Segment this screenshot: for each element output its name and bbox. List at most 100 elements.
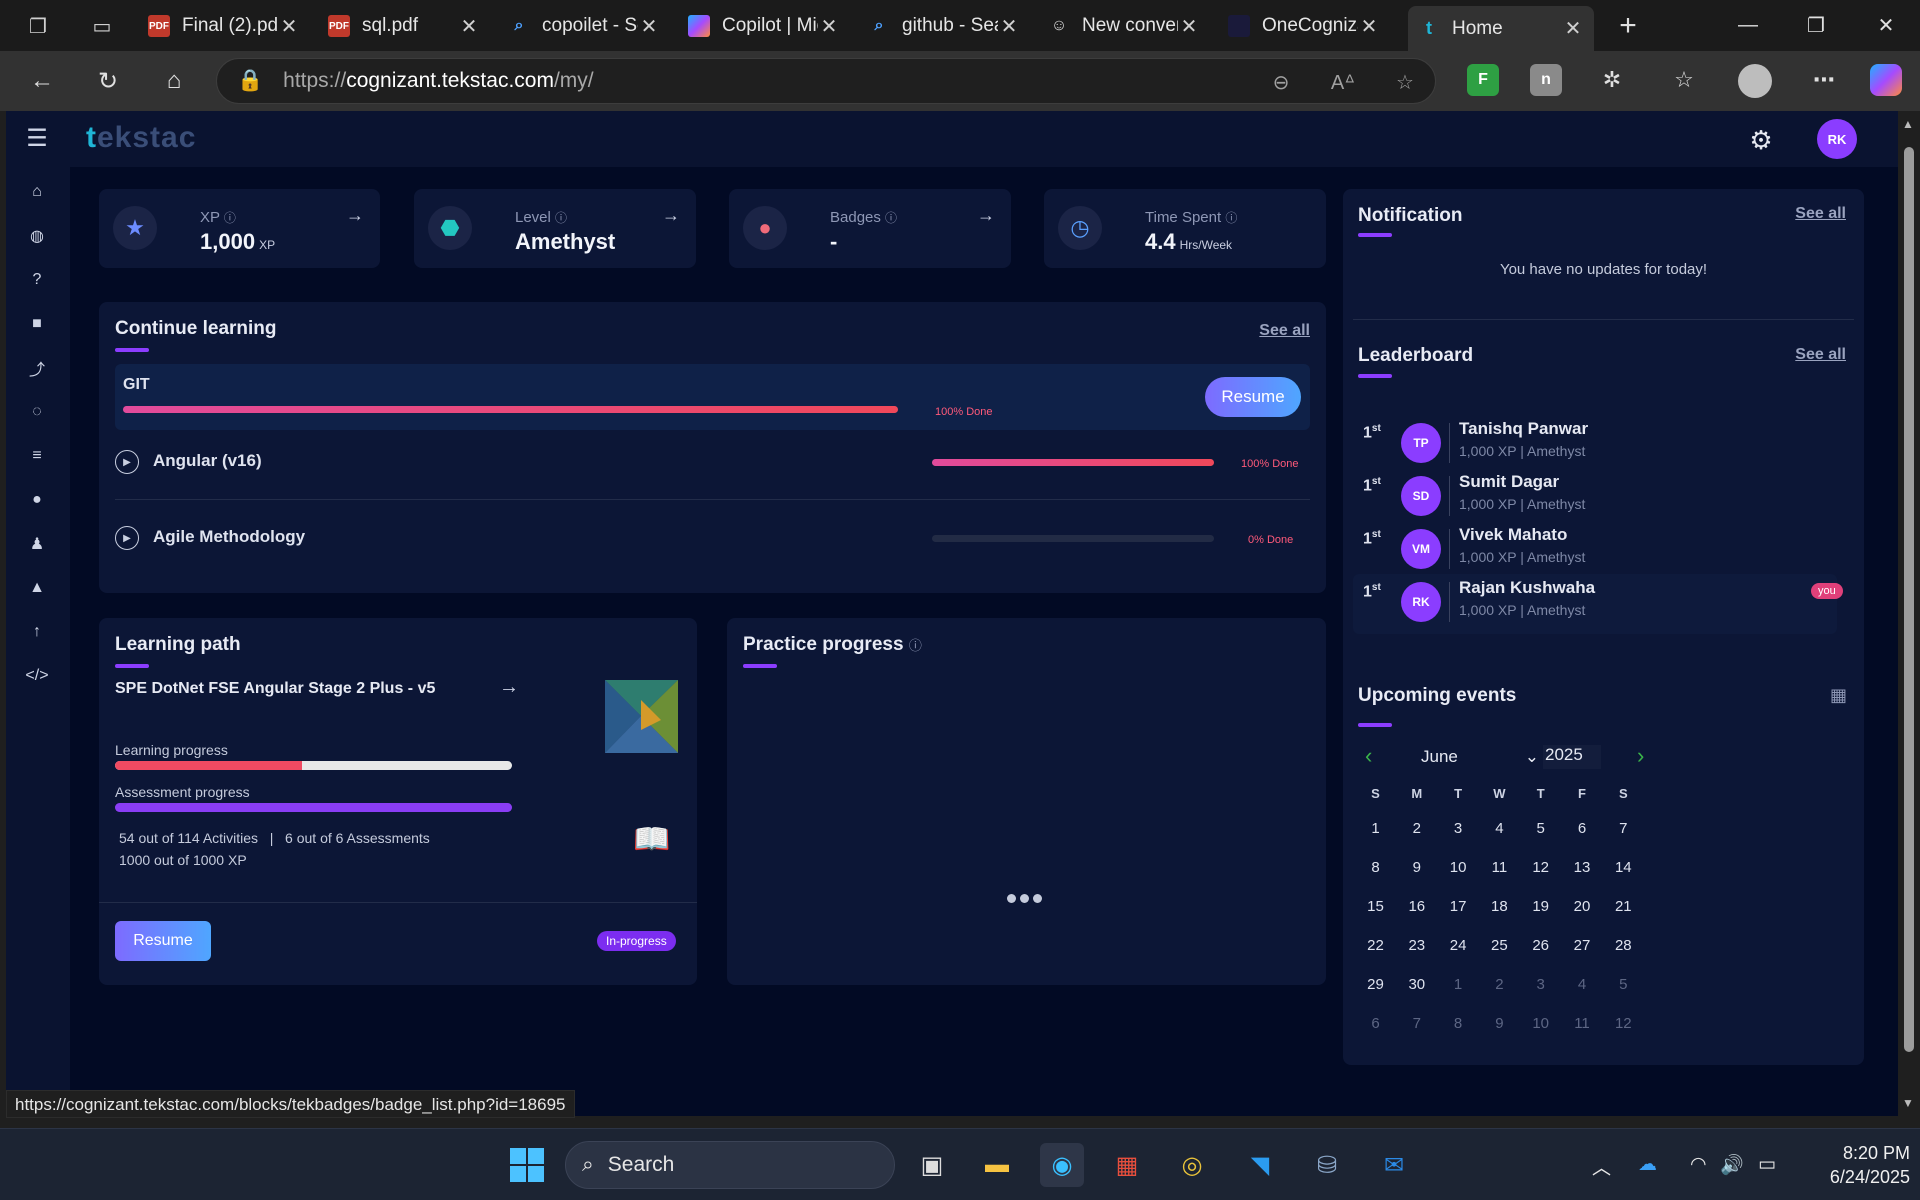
extensions-puzzle-icon[interactable]: ✲ <box>1596 64 1628 96</box>
stat-card-time-spent[interactable]: ◷ Time Spent ⓘ 4.4 Hrs/Week <box>1044 189 1326 268</box>
browser-tab[interactable]: t Home ✕ <box>1408 6 1594 51</box>
calendar-day[interactable]: 19 <box>1520 898 1561 915</box>
refresh-button[interactable]: ↻ <box>86 59 130 103</box>
prev-month-icon[interactable]: ‹ <box>1365 743 1372 769</box>
arrow-right-icon[interactable]: → <box>346 205 364 226</box>
calendar-day[interactable]: 10 <box>1438 859 1479 876</box>
calendar-day[interactable]: 2 <box>1479 976 1520 993</box>
leaderboard-row[interactable]: 1st SD Sumit Dagar 1,000 XP | Amethyst <box>1353 468 1837 528</box>
battery-icon[interactable]: ▭ <box>1758 1153 1776 1176</box>
calendar-day[interactable]: 8 <box>1355 859 1396 876</box>
calendar-day[interactable]: 26 <box>1520 937 1561 954</box>
browser-tab[interactable]: PDF Final (2).pdf ✕ <box>138 6 310 46</box>
vscode-icon[interactable]: ◥ <box>1238 1143 1282 1187</box>
help-icon[interactable]: ? <box>24 267 50 293</box>
calendar-day[interactable]: 6 <box>1355 1015 1396 1032</box>
close-tab-icon[interactable]: ✕ <box>1562 16 1584 41</box>
chat-icon[interactable]: ● <box>24 487 50 513</box>
calendar-day[interactable]: 3 <box>1520 976 1561 993</box>
calendar-day[interactable]: 16 <box>1396 898 1437 915</box>
calendar-day[interactable]: 6 <box>1562 820 1603 837</box>
read-aloud-icon[interactable]: Aᐞ <box>1323 59 1363 105</box>
close-tab-icon[interactable]: ✕ <box>818 14 840 39</box>
year-input[interactable]: 2025 <box>1543 745 1601 769</box>
chevron-up-icon[interactable]: ︿ <box>1592 1153 1611 1180</box>
forum-icon[interactable]: ◌ <box>24 399 50 425</box>
home-icon[interactable]: ⌂ <box>24 179 50 205</box>
course-row-angular[interactable]: ▶ Angular (v16) 100% Done <box>115 440 1310 500</box>
favorite-star-icon[interactable]: ☆ <box>1385 59 1425 105</box>
calendar-day[interactable]: 24 <box>1438 937 1479 954</box>
calendar-day[interactable]: 13 <box>1562 859 1603 876</box>
calendar-day[interactable]: 11 <box>1479 859 1520 876</box>
home-button[interactable]: ⌂ <box>152 59 196 103</box>
back-button[interactable]: ← <box>20 59 64 103</box>
calendar-day[interactable]: 18 <box>1479 898 1520 915</box>
leaderboard-row[interactable]: 1st VM Vivek Mahato 1,000 XP | Amethyst <box>1353 521 1837 581</box>
minimize-button[interactable]: — <box>1714 0 1782 51</box>
calendar-day[interactable]: 3 <box>1438 820 1479 837</box>
see-all-link[interactable]: See all <box>1259 322 1310 340</box>
close-tab-icon[interactable]: ✕ <box>1358 14 1380 39</box>
browser-tab[interactable]: OneCognizant✕ <box>1218 6 1390 46</box>
tab-actions-icon[interactable]: ▭ <box>80 4 124 48</box>
resume-button[interactable]: Resume <box>1205 377 1301 417</box>
tekstac-logo[interactable]: tekstac <box>86 121 196 155</box>
list-icon[interactable]: ≡ <box>24 443 50 469</box>
favorites-icon[interactable]: ☆ <box>1668 64 1700 96</box>
calendar-day[interactable]: 9 <box>1396 859 1437 876</box>
calendar-day[interactable]: 28 <box>1603 937 1644 954</box>
calendar-day[interactable]: 1 <box>1438 976 1479 993</box>
see-all-link[interactable]: See all <box>1795 205 1846 223</box>
microsoft-store-icon[interactable]: ▦ <box>1105 1143 1149 1187</box>
scrollbar-thumb[interactable] <box>1904 147 1914 1052</box>
learning-path-name[interactable]: SPE DotNet FSE Angular Stage 2 Plus - v5 <box>115 680 435 698</box>
more-menu-icon[interactable]: ⋯ <box>1808 64 1840 96</box>
user-avatar[interactable]: RK <box>1817 119 1857 159</box>
month-select[interactable]: June ⌄ <box>1421 747 1539 767</box>
extension-green-icon[interactable]: F <box>1467 64 1499 96</box>
arrow-right-icon[interactable]: → <box>977 205 995 226</box>
menu-icon[interactable]: ☰ <box>24 125 50 152</box>
close-tab-icon[interactable]: ✕ <box>278 14 300 39</box>
onedrive-icon[interactable]: ☁ <box>1638 1153 1657 1176</box>
wifi-icon[interactable]: ◠ <box>1690 1153 1707 1176</box>
page-scrollbar[interactable]: ▲ ▼ <box>1898 111 1920 1116</box>
next-month-icon[interactable]: › <box>1637 743 1644 769</box>
scroll-down-icon[interactable]: ▼ <box>1902 1096 1914 1110</box>
calendar-day[interactable]: 4 <box>1562 976 1603 993</box>
resume-button[interactable]: Resume <box>115 921 211 961</box>
calendar-day[interactable]: 29 <box>1355 976 1396 993</box>
course-row-git[interactable]: GIT 100% Done Resume <box>115 364 1310 430</box>
address-bar[interactable]: 🔒 https://cognizant.tekstac.com/my/ ⊖ Aᐞ… <box>216 58 1436 104</box>
globe-icon[interactable]: ◍ <box>24 223 50 249</box>
chart-icon[interactable]: ⤴ <box>24 355 50 381</box>
calendar-day[interactable]: 11 <box>1562 1015 1603 1032</box>
chrome-icon[interactable]: ◎ <box>1170 1143 1214 1187</box>
calendar-day[interactable]: 12 <box>1603 1015 1644 1032</box>
code-icon[interactable]: </> <box>24 663 50 689</box>
close-tab-icon[interactable]: ✕ <box>458 14 480 39</box>
calendar-day[interactable]: 17 <box>1438 898 1479 915</box>
start-windows-icon[interactable] <box>505 1143 549 1187</box>
video-icon[interactable]: ■ <box>24 311 50 337</box>
browser-tab[interactable]: ⌕ github - Search✕ <box>858 6 1030 46</box>
close-tab-icon[interactable]: ✕ <box>1178 14 1200 39</box>
calendar-day[interactable]: 15 <box>1355 898 1396 915</box>
calendar-day[interactable]: 27 <box>1562 937 1603 954</box>
zoom-icon[interactable]: ⊖ <box>1261 59 1301 105</box>
stat-card-level[interactable]: ⬣ Level ⓘ Amethyst → <box>414 189 696 268</box>
leaderboard-row[interactable]: 1st TP Tanishq Panwar 1,000 XP | Amethyst <box>1353 415 1837 475</box>
calendar-day[interactable]: 5 <box>1520 820 1561 837</box>
calendar-day[interactable]: 7 <box>1396 1015 1437 1032</box>
leaderboard-row[interactable]: 1st RK Rajan Kushwaha 1,000 XP | Amethyst yo… <box>1353 574 1843 634</box>
calendar-day[interactable]: 1 <box>1355 820 1396 837</box>
calendar-day[interactable]: 4 <box>1479 820 1520 837</box>
calendar-icon[interactable]: ▦ <box>1830 685 1847 706</box>
calendar-day[interactable]: 12 <box>1520 859 1561 876</box>
course-row-agile[interactable]: ▶ Agile Methodology 0% Done <box>115 514 1310 574</box>
close-tab-icon[interactable]: ✕ <box>638 14 660 39</box>
browser-tab[interactable]: ⌕ copoilet - Search✕ <box>498 6 670 46</box>
calendar-day[interactable]: 10 <box>1520 1015 1561 1032</box>
rocket-icon[interactable]: ↑ <box>24 619 50 645</box>
